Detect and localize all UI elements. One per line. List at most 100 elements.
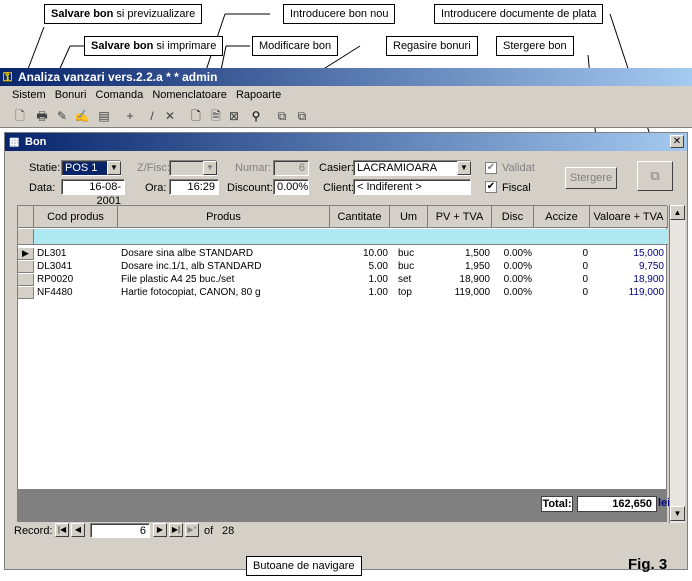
menu-bonuri[interactable]: Bonuri	[55, 89, 87, 101]
callout-delete: Stergere bon	[496, 36, 574, 56]
scroll-up-icon[interactable]: ▲	[670, 205, 685, 220]
stergere-button[interactable]: Stergere	[565, 167, 617, 189]
ora-field[interactable]: 16:29	[169, 179, 219, 195]
callout-payment-docs: Introducere documente de plata	[434, 4, 604, 24]
binoculars-icon[interactable]: ⚲	[248, 108, 264, 124]
cell-um[interactable]: top	[398, 287, 428, 299]
paste-icon[interactable]: ⧉	[294, 108, 310, 124]
col-disc[interactable]: Disc	[492, 206, 534, 228]
cell-valoare[interactable]: 9,750	[590, 261, 664, 273]
pencil-icon[interactable]: /	[144, 108, 160, 124]
next-record-icon[interactable]: ▶	[153, 523, 167, 537]
cell-valoare[interactable]: 18,900	[590, 274, 664, 286]
prev-record-icon[interactable]: ◀	[71, 523, 85, 537]
col-cantitate[interactable]: Cantitate	[330, 206, 390, 228]
print-icon[interactable]: 🖶	[34, 108, 50, 124]
cell-produs[interactable]: Hartie fotocopiat, CANON, 80 g	[121, 287, 329, 299]
app-title-bar: ⚿ Analiza vanzari vers.2.2.a * * admin	[0, 68, 692, 86]
chevron-down-icon[interactable]: ▼	[203, 161, 217, 175]
cell-accize[interactable]: 0	[534, 261, 588, 273]
cell-accize[interactable]: 0	[534, 274, 588, 286]
copy-icon[interactable]: ⧉	[274, 108, 290, 124]
cell-accize[interactable]: 0	[534, 248, 588, 260]
last-record-icon[interactable]: ▶|	[169, 523, 183, 537]
validat-checkbox[interactable]: ✔	[485, 162, 497, 174]
menu-comanda[interactable]: Comanda	[96, 89, 144, 101]
cell-cod[interactable]: DL3041	[37, 261, 117, 273]
scroll-down-icon[interactable]: ▼	[670, 506, 685, 521]
new-record-icon[interactable]: ▶*	[185, 523, 199, 537]
cell-disc[interactable]: 0.00%	[492, 248, 532, 260]
row-selector[interactable]	[18, 274, 34, 286]
callout-navigation: Butoane de navigare	[246, 556, 362, 576]
callout-new-receipt: Introducere bon nou	[283, 4, 396, 24]
delete-doc-icon[interactable]: ⊠	[226, 108, 242, 124]
cell-um[interactable]: buc	[398, 261, 428, 273]
new-row[interactable]	[34, 229, 668, 245]
cell-pv[interactable]: 1,500	[428, 248, 490, 260]
new-receipt-icon[interactable]: 🗋	[188, 108, 204, 124]
record-number-field[interactable]: 6	[90, 523, 150, 538]
row-selector[interactable]: ▶	[18, 248, 34, 260]
cell-pv[interactable]: 1,950	[428, 261, 490, 273]
cell-valoare[interactable]: 119,000	[590, 287, 664, 299]
row-selector[interactable]	[18, 261, 34, 273]
cancel-icon[interactable]: ✕	[162, 108, 178, 124]
numar-field[interactable]: 6	[273, 160, 309, 176]
key-icon: ⚿	[3, 70, 13, 84]
cell-produs[interactable]: Dosare inc.1/1, alb STANDARD	[121, 261, 329, 273]
cell-um[interactable]: buc	[398, 248, 428, 260]
modify-icon[interactable]: 🗎	[208, 108, 224, 124]
casier-select[interactable]: LACRAMIOARA	[353, 160, 471, 176]
ora-label: Ora:	[145, 182, 167, 194]
chevron-down-icon[interactable]: ▼	[457, 161, 471, 175]
client-label: Client:	[323, 182, 355, 194]
cell-produs[interactable]: Dosare sina albe STANDARD	[121, 248, 329, 260]
row-selector[interactable]	[18, 287, 34, 299]
col-valoare-tva[interactable]: Valoare + TVA	[590, 206, 668, 228]
cell-cod[interactable]: RP0020	[37, 274, 117, 286]
cell-disc[interactable]: 0.00%	[492, 261, 532, 273]
col-um[interactable]: Um	[390, 206, 428, 228]
callout-search: Regasire bonuri	[386, 36, 478, 56]
cell-accize[interactable]: 0	[534, 287, 588, 299]
col-pv-tva[interactable]: PV + TVA	[428, 206, 492, 228]
cell-cod[interactable]: NF4480	[37, 287, 117, 299]
cell-disc[interactable]: 0.00%	[492, 274, 532, 286]
client-field[interactable]: < Indiferent >	[353, 179, 471, 195]
payment-docs-button[interactable]: ⧉	[637, 161, 673, 191]
cell-valoare[interactable]: 15,000	[590, 248, 664, 260]
discount-field[interactable]: 0.00%	[273, 179, 309, 195]
add-icon[interactable]: +	[122, 108, 138, 124]
vertical-scrollbar[interactable]: ▲ ▼	[669, 205, 685, 523]
col-cod-produs[interactable]: Cod produs	[34, 206, 118, 228]
row-selector[interactable]	[18, 229, 34, 245]
cell-cantitate[interactable]: 1.00	[330, 287, 388, 299]
cell-produs[interactable]: File plastic A4 25 buc./set	[121, 274, 329, 286]
record-label: Record:	[14, 525, 53, 537]
cell-cantitate[interactable]: 1.00	[330, 274, 388, 286]
menu-rapoarte[interactable]: Rapoarte	[236, 89, 281, 101]
validat-label: Validat	[502, 162, 535, 174]
col-produs[interactable]: Produs	[118, 206, 330, 228]
cell-pv[interactable]: 119,000	[428, 287, 490, 299]
report-icon[interactable]: ▤	[96, 108, 112, 124]
cell-cod[interactable]: DL301	[37, 248, 117, 260]
fiscal-checkbox[interactable]: ✔	[485, 181, 497, 193]
preview-icon[interactable]: 🗋	[12, 108, 28, 124]
menu-sistem[interactable]: Sistem	[12, 89, 46, 101]
chevron-down-icon[interactable]: ▼	[107, 161, 121, 175]
app-title: Analiza vanzari vers.2.2.a * * admin	[18, 70, 218, 84]
col-accize[interactable]: Accize	[534, 206, 590, 228]
cell-pv[interactable]: 18,900	[428, 274, 490, 286]
cell-cantitate[interactable]: 5.00	[330, 261, 388, 273]
first-record-icon[interactable]: |◀	[55, 523, 69, 537]
edit-icon[interactable]: ✍	[74, 108, 90, 124]
data-field[interactable]: 16-08-2001	[61, 179, 125, 207]
validate-icon[interactable]: ✎	[54, 108, 70, 124]
cell-cantitate[interactable]: 10.00	[330, 248, 388, 260]
close-icon[interactable]: ✕	[670, 135, 684, 148]
cell-um[interactable]: set	[398, 274, 428, 286]
menu-nomenclatoare[interactable]: Nomenclatoare	[152, 89, 227, 101]
cell-disc[interactable]: 0.00%	[492, 287, 532, 299]
